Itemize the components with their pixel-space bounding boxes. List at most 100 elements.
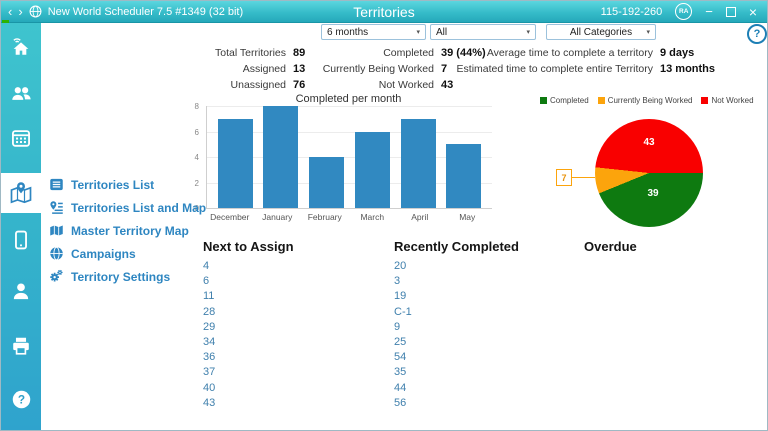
home-wifi-icon [10, 36, 32, 58]
period-dropdown-value: 6 months [327, 27, 368, 38]
territory-list-item[interactable]: 44 [394, 381, 544, 396]
territory-list-item[interactable]: 6 [203, 274, 353, 289]
territory-list-item[interactable]: 3 [394, 274, 544, 289]
territory-map-icon [1, 181, 41, 205]
menu-item-label: Territories List [71, 178, 154, 192]
territory-list-item[interactable]: 36 [203, 350, 353, 365]
territory-list-item[interactable]: 28 [203, 305, 353, 320]
menu-item-campaigns[interactable]: Campaigns [49, 242, 206, 265]
sidebar-item-publishers[interactable] [1, 82, 41, 104]
stat-value: 43 [441, 79, 453, 91]
printer-icon [10, 335, 32, 357]
legend-label: Currently Being Worked [608, 96, 693, 105]
pie-legend: Completed Currently Being Worked Not Wor… [540, 96, 754, 105]
titlebar-right: 115-192-260 RA − × [601, 3, 767, 21]
territory-list-item[interactable]: 35 [394, 365, 544, 380]
pie-callout-line [571, 177, 595, 178]
territory-list-item[interactable]: 29 [203, 320, 353, 335]
question-icon: ? [11, 389, 32, 410]
sidebar-item-print[interactable] [1, 335, 41, 357]
category-filter-dropdown[interactable]: All Categories ▾ [546, 24, 656, 40]
menu-item-territories-list[interactable]: Territories List [49, 173, 206, 196]
bar-plot-area [206, 106, 492, 209]
territory-list-item[interactable]: 11 [203, 289, 353, 304]
app-title: New World Scheduler 7.5 #1349 (32 bit) [48, 6, 243, 18]
gears-icon [49, 269, 64, 284]
territory-list-item[interactable]: 20 [394, 259, 544, 274]
mobile-device-icon [10, 229, 32, 251]
menu-item-territories-list-and-map[interactable]: Territories List and Map [49, 196, 206, 219]
territory-list-item[interactable]: 25 [394, 335, 544, 350]
pie-label-completed: 39 [647, 188, 658, 199]
bar-x-tick: May [444, 212, 492, 222]
stat-label: Currently Being Worked [274, 63, 434, 75]
person-icon [10, 280, 32, 302]
people-icon [10, 82, 32, 104]
legend-swatch [701, 97, 708, 104]
bar-x-tick: February [301, 212, 349, 222]
sidebar-item-profile[interactable] [1, 280, 41, 302]
globe-icon [29, 5, 42, 18]
period-dropdown[interactable]: 6 months ▾ [321, 24, 426, 40]
territory-list-item[interactable]: 4 [203, 259, 353, 274]
chevron-down-icon: ▾ [646, 28, 650, 36]
main-content: 6 months ▾ All ▾ All Categories ▾ ? Tota… [41, 23, 767, 430]
title-bar: ‹ › New World Scheduler 7.5 #1349 (32 bi… [1, 1, 767, 23]
menu-item-master-territory-map[interactable]: Master Territory Map [49, 219, 206, 242]
territory-filter-dropdown[interactable]: All ▾ [430, 24, 536, 40]
menu-item-label: Campaigns [71, 247, 136, 261]
menu-item-label: Master Territory Map [71, 224, 189, 238]
menu-item-territory-settings[interactable]: Territory Settings [49, 265, 206, 288]
territory-list-item[interactable]: 19 [394, 289, 544, 304]
territory-list-item[interactable]: 43 [203, 396, 353, 411]
calendar-icon [10, 127, 32, 149]
category-filter-value: All Categories [570, 27, 632, 38]
chevron-down-icon: ▾ [416, 28, 420, 36]
sidebar-item-territories-active[interactable] [1, 173, 41, 213]
bar-chart-title: Completed per month [206, 93, 491, 105]
sidebar-item-home[interactable] [1, 36, 41, 58]
legend-item: Completed [540, 96, 589, 105]
menu-item-label: Territory Settings [71, 270, 170, 284]
titlebar-left: ‹ › New World Scheduler 7.5 #1349 (32 bi… [1, 2, 243, 22]
close-button[interactable]: × [749, 3, 757, 21]
stat-label: Completed [274, 47, 434, 59]
bar-march [355, 132, 390, 209]
territory-list-item[interactable]: 34 [203, 335, 353, 350]
legend-item: Currently Being Worked [598, 96, 693, 105]
bar-february [309, 157, 344, 208]
territory-filter-value: All [436, 27, 447, 38]
bar-x-tick: December [206, 212, 254, 222]
list-title: Overdue [584, 239, 734, 254]
stat-row: Average time to complete a territory 9 d… [441, 45, 715, 61]
stat-value: 9 days [660, 47, 694, 59]
app-window: ‹ › New World Scheduler 7.5 #1349 (32 bi… [0, 0, 768, 431]
back-button[interactable]: ‹ [8, 2, 12, 22]
territory-list-item[interactable]: 9 [394, 320, 544, 335]
bar-x-tick: March [349, 212, 397, 222]
time-estimate-stats: Average time to complete a territory 9 d… [441, 45, 715, 77]
overdue-list: Overdue [584, 239, 734, 259]
bar-december [218, 119, 253, 208]
stat-value: 13 months [660, 63, 715, 75]
territory-list-item[interactable]: C-1 [394, 305, 544, 320]
territory-list-item[interactable]: 37 [203, 365, 353, 380]
territory-list-item[interactable]: 56 [394, 396, 544, 411]
territory-list-item[interactable]: 54 [394, 350, 544, 365]
sidebar-item-help[interactable]: ? [1, 389, 41, 410]
stat-label: Total Territories [101, 47, 286, 59]
territory-list-item[interactable]: 40 [203, 381, 353, 396]
list-title: Next to Assign [203, 239, 353, 254]
user-avatar-badge[interactable]: RA [675, 3, 692, 20]
sidebar-item-devices[interactable] [1, 229, 41, 251]
sidebar-item-schedule[interactable] [1, 127, 41, 149]
forward-button[interactable]: › [18, 2, 22, 22]
bar-may [446, 144, 481, 208]
page-title: Territories [353, 1, 414, 23]
help-button[interactable]: ? [747, 24, 767, 44]
recently-completed-list: Recently Completed 20319C-192554354456 [394, 239, 544, 411]
legend-swatch [540, 97, 547, 104]
minimize-button[interactable]: − [705, 3, 713, 21]
maximize-button[interactable] [726, 7, 736, 17]
pie-callout-currently-worked: 7 [556, 169, 572, 186]
